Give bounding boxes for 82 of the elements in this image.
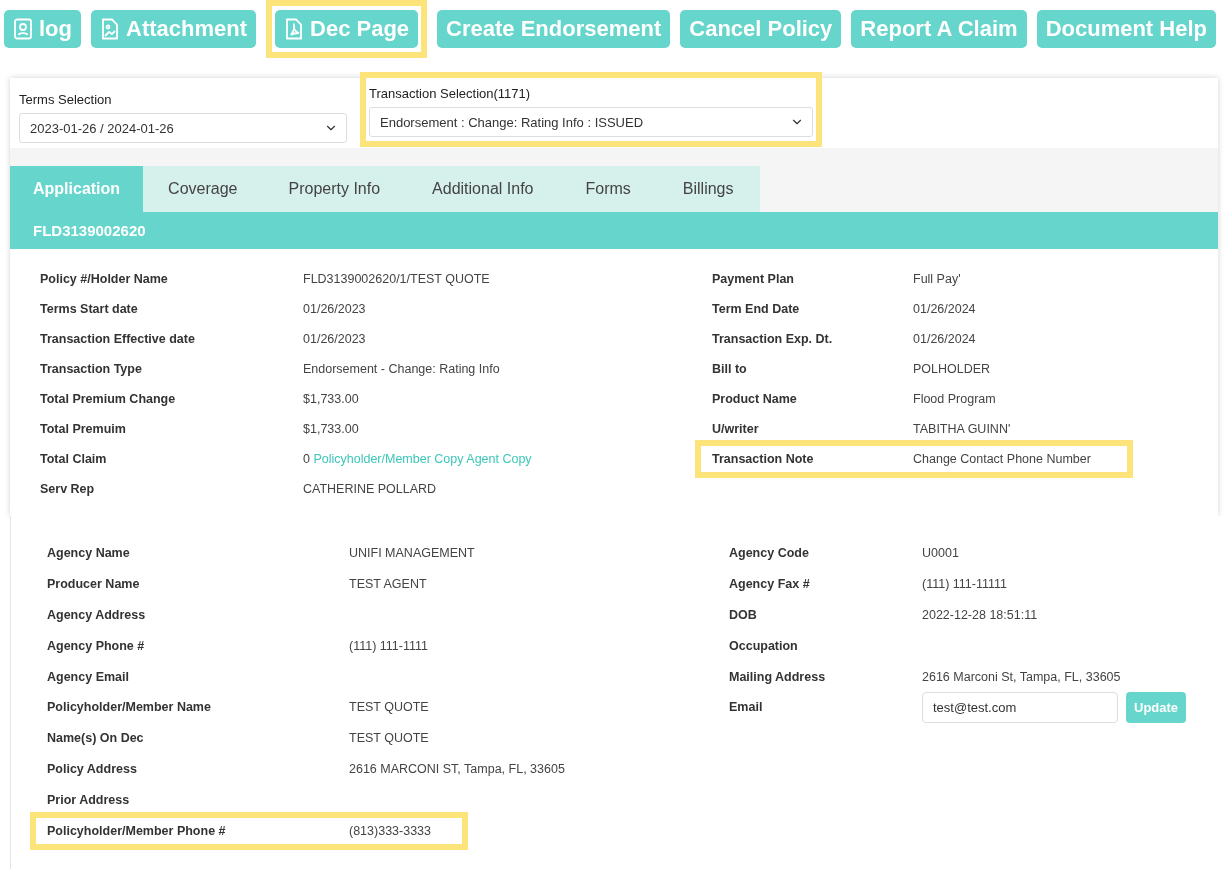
field-value: Flood Program	[913, 392, 997, 406]
field-label: Mailing Address	[729, 669, 827, 684]
field-label: Bill to	[712, 362, 748, 376]
field-label: Payment Plan	[712, 272, 795, 286]
field-label: Agency Email	[47, 669, 130, 684]
pdf-file-icon	[284, 18, 304, 40]
policy-number-header: FLD3139002620	[10, 212, 1218, 249]
field-value: U0001	[922, 546, 960, 561]
field-label: Total Premium Change	[40, 392, 177, 406]
field-value: TEST AGENT	[349, 577, 428, 592]
field-label: Agency Fax #	[729, 577, 811, 592]
field-value: 2616 Marconi St, Tampa, FL, 33605	[922, 669, 1122, 684]
field-label: Agency Address	[47, 608, 147, 622]
field-label: Policyholder/Member Name	[47, 700, 212, 715]
field-label: Serv Rep	[40, 482, 96, 496]
field-value: 0 Policyholder/Member Copy Agent Copy	[303, 452, 533, 466]
field-label: Agency Name	[47, 546, 131, 561]
tab[interactable]: Forms	[559, 166, 657, 212]
field-value: 2616 MARCONI ST, Tampa, FL, 33605	[349, 761, 566, 776]
field-value: 01/26/2023	[303, 302, 367, 316]
tab[interactable]: Additional Info	[406, 166, 560, 212]
field-label: Agency Code	[729, 546, 810, 561]
field-value: (813)333-3333	[349, 823, 432, 838]
toolbar-button[interactable]: Dec Page	[275, 10, 419, 48]
field-value: Endorsement - Change: Rating Info	[303, 362, 501, 376]
update-button[interactable]: Update	[1126, 691, 1187, 723]
field-label: Transaction Effective date	[40, 332, 196, 346]
field-value: 01/26/2024	[913, 332, 977, 346]
field-label: Product Name	[712, 392, 798, 406]
field-value: CATHERINE POLLARD	[303, 482, 438, 496]
field-value: 01/26/2023	[303, 332, 367, 346]
select-dropdown[interactable]: Endorsement : Change: Rating Info : ISSUED	[369, 107, 813, 137]
field-value: (111) 111-1111	[349, 638, 429, 653]
field-label: Producer Name	[47, 577, 141, 592]
field-label: Prior Address	[47, 792, 131, 807]
field-label: Transaction Note	[712, 452, 815, 466]
field-value: Change Contact Phone Number	[913, 452, 1092, 466]
field-value: Full Pay'	[913, 272, 962, 286]
field-label: Policy #/Holder Name	[40, 272, 169, 286]
tab[interactable]: Coverage	[143, 166, 263, 212]
select-label: Terms Selection	[19, 92, 113, 107]
tab[interactable]: Billings	[656, 166, 760, 212]
field-label: Agency Phone #	[47, 638, 146, 653]
field-value: TEST QUOTE	[349, 700, 430, 715]
toolbar-button[interactable]: Report A Claim	[851, 10, 1027, 48]
field-label: Term End Date	[712, 302, 801, 316]
select-label: Transaction Selection(1171)	[369, 86, 532, 101]
field-label: Policy Address	[47, 761, 138, 776]
toolbar-button[interactable]: Cancel Policy	[680, 10, 842, 48]
field-value: UNIFI MANAGEMENT	[349, 546, 476, 561]
field-value: POLHOLDER	[913, 362, 992, 376]
field-label: U/writer	[712, 422, 760, 436]
field-label: Email	[729, 700, 764, 715]
field-value: $1,733.00	[303, 392, 360, 406]
toolbar-button[interactable]: log	[4, 10, 81, 48]
contact-card-icon	[13, 18, 33, 40]
tab[interactable]: Property Info	[262, 166, 407, 212]
field-label: Transaction Exp. Dt.	[712, 332, 834, 346]
field-value: FLD3139002620/1/TEST QUOTE	[303, 272, 491, 286]
tab[interactable]: Application	[10, 166, 144, 212]
field-value: TEST QUOTE	[349, 731, 430, 746]
field-label: Total Premuim	[40, 422, 127, 436]
copy-link[interactable]: Agent Copy	[466, 452, 532, 466]
field-value: (111) 111-11111	[922, 577, 1008, 592]
field-value: 2022-12-28 18:51:11	[922, 608, 1039, 622]
field-label: Terms Start date	[40, 302, 139, 316]
field-value: $1,733.00	[303, 422, 360, 436]
field-value: TABITHA GUINN'	[913, 422, 1012, 436]
field-label: Occupation	[729, 638, 799, 653]
field-label: DOB	[729, 608, 758, 622]
image-file-icon	[100, 18, 120, 40]
field-label: Total Claim	[40, 452, 108, 466]
toolbar-button[interactable]: Create Endorsement	[437, 10, 671, 48]
field-label: Transaction Type	[40, 362, 143, 376]
toolbar-button[interactable]: Attachment	[91, 10, 256, 48]
field-label: Policyholder/Member Phone #	[47, 823, 227, 838]
toolbar-button[interactable]: Document Help	[1036, 10, 1216, 48]
select-dropdown[interactable]: 2023-01-26 / 2024-01-26	[19, 113, 347, 143]
email-input-field[interactable]: test@test.com	[922, 691, 1118, 723]
field-value: 01/26/2024	[913, 302, 977, 316]
copy-link[interactable]: Policyholder/Member Copy	[313, 452, 464, 466]
field-label: Name(s) On Dec	[47, 731, 145, 746]
